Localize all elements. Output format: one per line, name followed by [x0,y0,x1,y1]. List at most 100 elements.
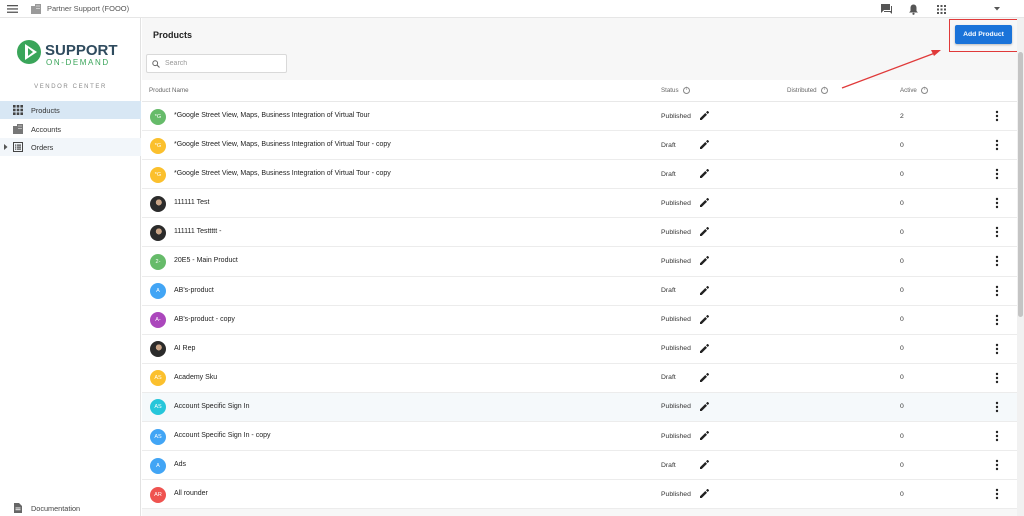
apps-grid-icon[interactable] [935,3,947,15]
product-name[interactable]: Account Specific Sign In [174,403,250,410]
sidebar-item-label: Accounts [31,124,62,134]
documentation-label: Documentation [31,503,81,513]
edit-pencil-icon[interactable] [699,255,710,266]
column-header-status[interactable]: Status [661,87,690,94]
edit-pencil-icon[interactable] [699,285,710,296]
avatar: *G [150,137,166,154]
edit-pencil-icon[interactable] [699,226,710,237]
edit-pencil-icon[interactable] [699,110,710,121]
sidebar-item-orders[interactable]: Orders [0,138,141,156]
bell-icon[interactable] [907,3,919,15]
more-vert-icon[interactable] [995,285,999,297]
table-row[interactable]: *G *Google Street View, Maps, Business In… [142,102,1017,132]
product-name[interactable]: Ads [174,461,186,468]
info-icon[interactable] [920,87,928,94]
product-name[interactable]: Account Specific Sign In - copy [174,432,271,439]
chevron-down-icon[interactable] [991,3,1003,15]
main-content: Products Add Product Product Name Status… [142,18,1017,516]
avatar: AS [150,428,166,445]
product-name[interactable]: AI Rep [174,345,195,352]
more-vert-icon[interactable] [995,372,999,384]
documentation-link[interactable]: Documentation [0,499,141,516]
table-row[interactable]: AR All rounder Published 0 [142,480,1017,510]
edit-pencil-icon[interactable] [699,459,710,470]
table-row[interactable]: A AB's-product Draft 0 [142,276,1017,306]
avatar: A [150,457,166,474]
edit-pencil-icon[interactable] [699,401,710,412]
search-input[interactable] [165,60,275,67]
table-row[interactable]: AI Rep Published 0 [142,334,1017,364]
column-header-active[interactable]: Active [900,87,928,94]
org-switcher[interactable]: Partner Support (FOOO) [47,4,129,13]
table-row[interactable]: AS Account Specific Sign In - copy Publish… [142,422,1017,452]
active-count: 0 [900,287,904,295]
more-vert-icon[interactable] [995,459,999,471]
more-vert-icon[interactable] [995,226,999,238]
table-row[interactable]: AS Academy Sku Draft 0 [142,363,1017,393]
table-row[interactable]: 2- 20E5 - Main Product Published 0 [142,247,1017,277]
status-text: Published [661,228,691,236]
more-vert-icon[interactable] [995,314,999,326]
column-header-distributed[interactable]: Distributed [787,87,828,94]
edit-pencil-icon[interactable] [699,168,710,179]
table-row[interactable]: AS Account Specific Sign In Published 0 [142,392,1017,423]
product-name[interactable]: 20E5 - Main Product [174,257,238,264]
product-name[interactable]: AB's-product - copy [174,316,235,323]
status-text: Published [661,432,691,440]
logo-main-text: SUPPORT [45,42,118,59]
document-icon [12,503,23,514]
table-row[interactable]: 111111 Test Published 0 [142,189,1017,219]
more-vert-icon[interactable] [995,430,999,442]
grid-icon [12,105,23,116]
edit-pencil-icon[interactable] [699,139,710,150]
sidebar-item-products[interactable]: Products [0,101,141,119]
edit-pencil-icon[interactable] [699,197,710,208]
product-name[interactable]: AB's-product [174,287,214,294]
table-header: Product Name Status Distributed Active [142,80,1017,102]
edit-pencil-icon[interactable] [699,314,710,325]
sidebar: SUPPORT ON-DEMAND VENDOR CENTER Products… [0,18,141,516]
info-icon[interactable] [820,87,828,94]
status-text: Published [661,257,691,265]
more-vert-icon[interactable] [995,110,999,122]
edit-pencil-icon[interactable] [699,343,710,354]
product-name[interactable]: *Google Street View, Maps, Business Inte… [174,112,370,119]
more-vert-icon[interactable] [995,197,999,209]
table-row[interactable]: A- AB's-product - copy Published 0 [142,305,1017,335]
more-vert-icon[interactable] [995,343,999,355]
menu-icon[interactable] [6,0,18,18]
scrollbar-thumb[interactable] [1018,52,1023,317]
sidebar-item-accounts[interactable]: Accounts [0,120,141,138]
table-body: *G *Google Street View, Maps, Business In… [142,102,1017,510]
more-vert-icon[interactable] [995,139,999,151]
product-name[interactable]: 111111 Testtttt - [174,228,221,235]
status-text: Published [661,403,691,411]
more-vert-icon[interactable] [995,488,999,500]
chat-icon[interactable] [880,3,892,15]
product-name[interactable]: All rounder [174,490,208,497]
table-row[interactable]: A Ads Draft 0 [142,451,1017,481]
more-vert-icon[interactable] [995,401,999,413]
info-icon[interactable] [682,87,690,94]
status-text: Draft [661,287,676,295]
more-vert-icon[interactable] [995,255,999,267]
avatar: A- [150,312,166,329]
more-vert-icon[interactable] [995,168,999,180]
status-text: Published [661,316,691,324]
product-name[interactable]: *Google Street View, Maps, Business Inte… [174,141,391,148]
table-row[interactable]: *G *Google Street View, Maps, Business In… [142,131,1017,161]
logo-sub-text: ON-DEMAND [46,58,110,67]
active-count: 0 [900,199,904,207]
caret-right-icon[interactable] [3,143,9,151]
active-count: 0 [900,257,904,265]
table-row[interactable]: 111111 Testtttt - Published 0 [142,218,1017,248]
product-name[interactable]: *Google Street View, Maps, Business Inte… [174,170,391,177]
product-name[interactable]: Academy Sku [174,374,217,381]
annotation-highlight-box [949,19,1018,52]
edit-pencil-icon[interactable] [699,430,710,441]
column-header-product-name[interactable]: Product Name [149,87,189,94]
edit-pencil-icon[interactable] [699,488,710,499]
table-row[interactable]: *G *Google Street View, Maps, Business In… [142,160,1017,190]
edit-pencil-icon[interactable] [699,372,710,383]
product-name[interactable]: 111111 Test [174,199,209,206]
